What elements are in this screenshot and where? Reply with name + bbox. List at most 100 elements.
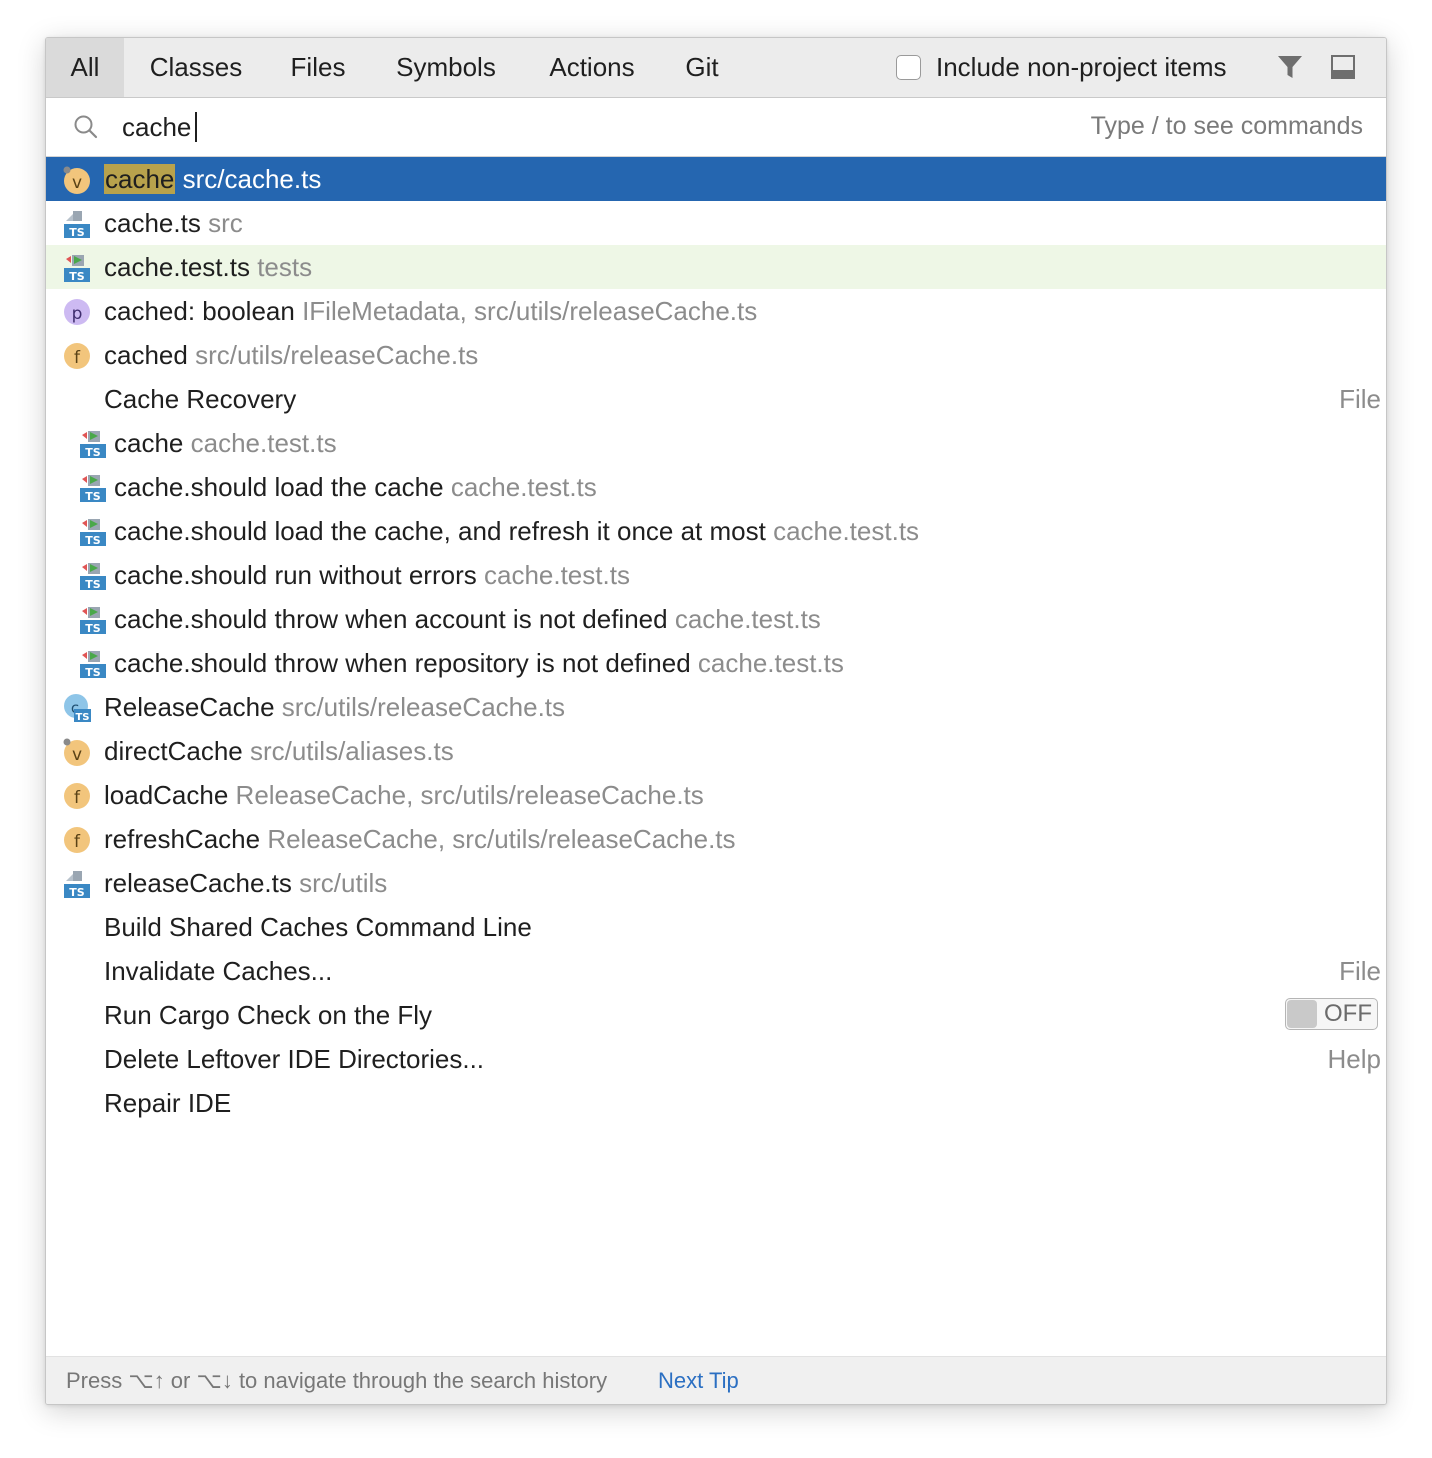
- result-row[interactable]: TS cache.ts src: [46, 201, 1386, 245]
- ts-test-file-icon: TS: [78, 472, 108, 503]
- result-name: cache: [114, 428, 184, 458]
- tab-classes[interactable]: Classes: [124, 38, 268, 97]
- result-row[interactable]: f loadCache ReleaseCache, src/utils/relea…: [46, 773, 1386, 817]
- search-everywhere-popup: All Classes Files Symbols Actions Git In…: [45, 37, 1387, 1405]
- ts-test-file-icon: TS: [78, 516, 108, 547]
- result-row[interactable]: TS cache.should throw when account is not…: [46, 597, 1386, 641]
- result-name: releaseCache.ts: [104, 868, 292, 898]
- search-input[interactable]: [122, 106, 822, 148]
- filter-icon[interactable]: [1276, 53, 1304, 81]
- svg-text:p: p: [72, 304, 83, 324]
- ts-test-file-icon: TS: [78, 604, 108, 635]
- ts-test-file-icon: TS: [78, 648, 108, 679]
- result-name: Run Cargo Check on the Fly: [104, 1000, 433, 1030]
- result-name: cache.should load the cache: [114, 472, 444, 502]
- result-name: cached: boolean: [104, 296, 295, 326]
- result-location: src: [208, 208, 243, 238]
- result-name: refreshCache: [104, 824, 261, 854]
- result-location: cache.test.ts: [674, 604, 821, 634]
- tab-symbols[interactable]: Symbols: [368, 38, 524, 97]
- search-bar: Type / to see commands: [46, 98, 1386, 157]
- result-location: cache.test.ts: [697, 648, 844, 678]
- result-row[interactable]: Cache Recovery File: [46, 377, 1386, 421]
- result-row[interactable]: Build Shared Caches Command Line: [46, 905, 1386, 949]
- preview-panel-icon[interactable]: [1329, 53, 1357, 81]
- result-row[interactable]: p cached: boolean IFileMetadata, src/util…: [46, 289, 1386, 333]
- ts-file-icon: TS: [62, 208, 92, 239]
- result-name: directCache: [104, 736, 243, 766]
- result-name: Invalidate Caches...: [104, 956, 333, 986]
- variable-icon: v: [62, 736, 92, 766]
- result-location: IFileMetadata, src/utils/releaseCache.ts: [302, 296, 758, 326]
- tab-git[interactable]: Git: [660, 38, 744, 97]
- tab-actions[interactable]: Actions: [524, 38, 660, 97]
- result-name: loadCache: [104, 780, 229, 810]
- toggle-knob: [1287, 1000, 1317, 1028]
- result-name: ReleaseCache: [104, 692, 275, 722]
- result-category: File: [1339, 956, 1381, 986]
- result-row[interactable]: TS releaseCache.ts src/utils: [46, 861, 1386, 905]
- result-name: Repair IDE: [104, 1088, 232, 1118]
- tab-files[interactable]: Files: [268, 38, 368, 97]
- search-hint: Type / to see commands: [1090, 112, 1363, 140]
- svg-text:v: v: [72, 745, 82, 765]
- result-row[interactable]: v cache src/cache.ts: [46, 157, 1386, 201]
- result-location: tests: [257, 252, 313, 282]
- svg-text:TS: TS: [69, 270, 85, 283]
- result-location: ReleaseCache, src/utils/releaseCache.ts: [267, 824, 736, 854]
- result-location: cache.test.ts: [190, 428, 337, 458]
- svg-text:f: f: [74, 832, 81, 852]
- result-name: cache.should run without errors: [114, 560, 477, 590]
- result-row[interactable]: TS cache.should throw when repository is …: [46, 641, 1386, 685]
- result-name: cache: [104, 164, 176, 194]
- result-row[interactable]: Delete Leftover IDE Directories... Help: [46, 1037, 1386, 1081]
- tab-all[interactable]: All: [46, 38, 124, 97]
- result-location: src/cache.ts: [182, 164, 322, 194]
- result-row[interactable]: v directCache src/utils/aliases.ts: [46, 729, 1386, 773]
- footer-tip-text: Press ⌥↑ or ⌥↓ to navigate through the s…: [66, 1368, 608, 1393]
- function-icon: f: [62, 340, 92, 370]
- ts-test-file-icon: TS: [78, 560, 108, 591]
- result-location: cache.test.ts: [450, 472, 597, 502]
- result-row[interactable]: Invalidate Caches... File: [46, 949, 1386, 993]
- result-row[interactable]: Run Cargo Check on the Fly OFF: [46, 993, 1386, 1037]
- include-non-project-toggle[interactable]: Include non-project items: [896, 51, 1226, 83]
- result-name: Cache Recovery: [104, 384, 297, 414]
- include-non-project-label: Include non-project items: [936, 51, 1227, 82]
- result-row[interactable]: TS cache cache.test.ts: [46, 421, 1386, 465]
- result-row[interactable]: Repair IDE: [46, 1081, 1386, 1125]
- next-tip-link[interactable]: Next Tip: [658, 1368, 739, 1394]
- result-name: cache.ts: [104, 208, 201, 238]
- result-name: Build Shared Caches Command Line: [104, 912, 532, 942]
- include-non-project-checkbox[interactable]: [896, 54, 921, 80]
- result-name: cache.should throw when repository is no…: [114, 648, 691, 678]
- result-row[interactable]: TS cache.should run without errors cache.…: [46, 553, 1386, 597]
- svg-text:TS: TS: [69, 886, 85, 899]
- function-icon: f: [62, 824, 92, 854]
- toggle-state-label: OFF: [1324, 1000, 1372, 1027]
- result-name: cached: [104, 340, 188, 370]
- ts-test-file-icon: TS: [62, 252, 92, 283]
- svg-text:v: v: [72, 173, 82, 193]
- result-row[interactable]: TS cache.should load the cache, and refre…: [46, 509, 1386, 553]
- option-toggle-switch[interactable]: OFF: [1285, 998, 1378, 1030]
- result-location: cache.test.ts: [483, 560, 630, 590]
- result-location: src/utils: [299, 868, 388, 898]
- footer: Press ⌥↑ or ⌥↓ to navigate through the s…: [46, 1356, 1386, 1404]
- result-row[interactable]: f cached src/utils/releaseCache.ts: [46, 333, 1386, 377]
- result-row[interactable]: c TS ReleaseCache src/utils/releaseCache.t…: [46, 685, 1386, 729]
- result-name: Delete Leftover IDE Directories...: [104, 1044, 485, 1074]
- result-row[interactable]: TS cache.test.ts tests: [46, 245, 1386, 289]
- svg-text:TS: TS: [85, 666, 101, 679]
- result-location: src/utils/aliases.ts: [249, 736, 454, 766]
- svg-text:TS: TS: [85, 446, 101, 459]
- result-location: src/utils/releaseCache.ts: [281, 692, 566, 722]
- result-location: cache.test.ts: [773, 516, 920, 546]
- svg-text:TS: TS: [85, 622, 101, 635]
- svg-text:f: f: [74, 348, 81, 368]
- svg-text:TS: TS: [85, 578, 101, 591]
- result-row[interactable]: TS cache.should load the cache cache.test…: [46, 465, 1386, 509]
- result-row[interactable]: f refreshCache ReleaseCache, src/utils/re…: [46, 817, 1386, 861]
- search-icon: [74, 115, 98, 139]
- property-icon: p: [62, 296, 92, 326]
